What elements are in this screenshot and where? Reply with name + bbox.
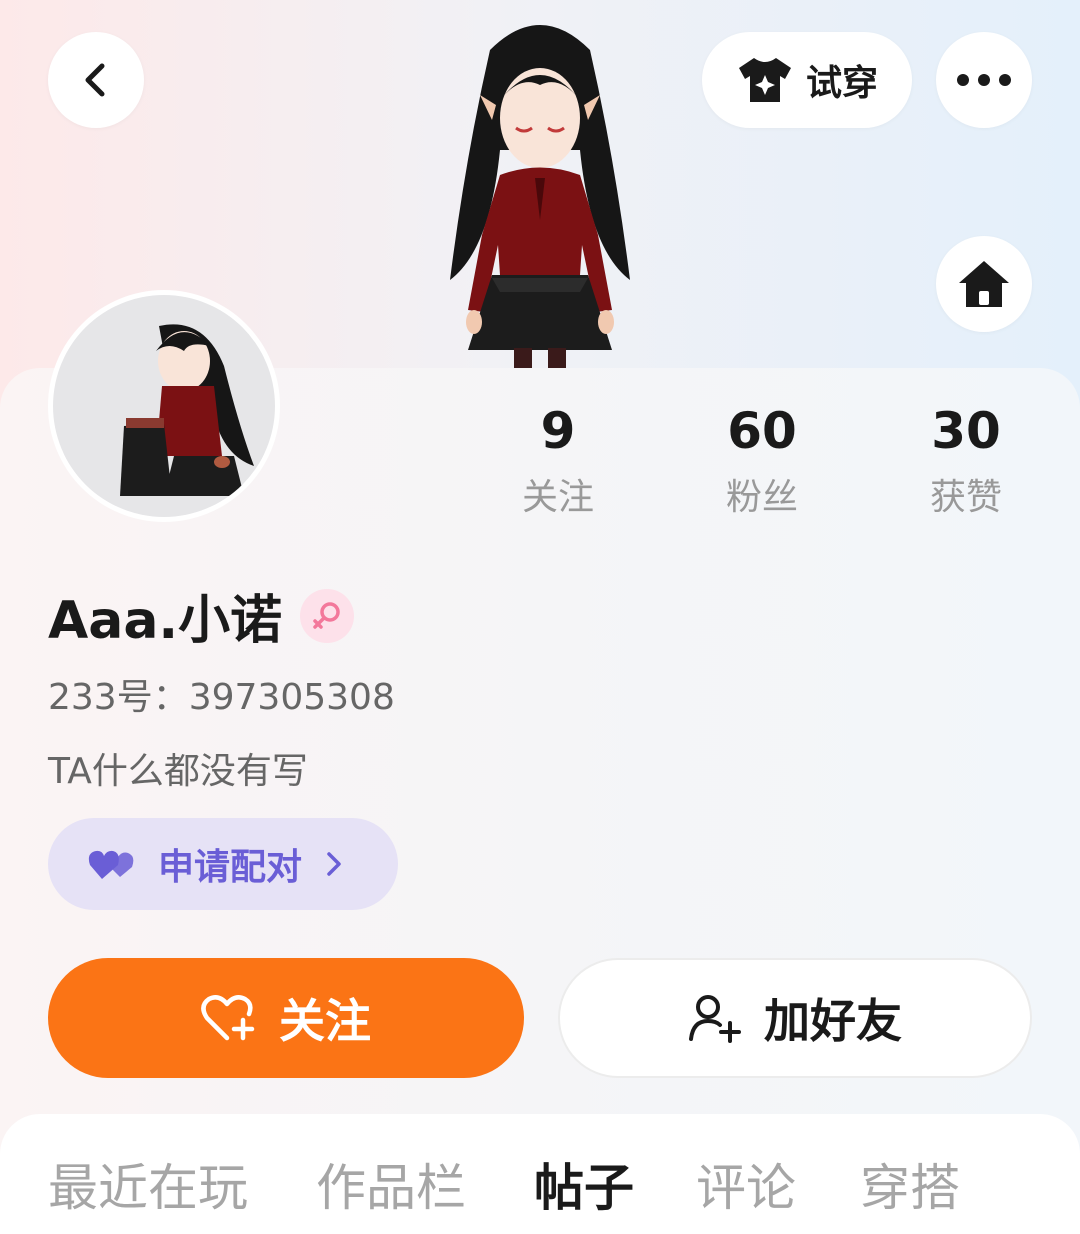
- more-button[interactable]: [936, 32, 1032, 128]
- stat-label: 获赞: [929, 477, 1002, 518]
- add-friend-label: 加好友: [764, 994, 902, 1048]
- stat-following[interactable]: 9 关注: [468, 400, 648, 520]
- follow-button[interactable]: 关注: [48, 958, 524, 1078]
- character-model-image: [450, 25, 630, 370]
- pair-request-label: 申请配对: [158, 847, 303, 888]
- stat-value: 60: [727, 402, 797, 460]
- home-icon: [959, 261, 1009, 307]
- gender-badge: [300, 588, 355, 643]
- stat-value: 9: [540, 402, 576, 460]
- chevron-right-icon: [327, 852, 341, 876]
- tab-outfits[interactable]: 穿搭: [860, 1148, 960, 1220]
- avatar[interactable]: [48, 290, 280, 522]
- heart-plus-icon: [201, 995, 255, 1041]
- try-on-button[interactable]: 试穿: [702, 32, 912, 128]
- hearts-icon: [88, 850, 134, 879]
- more-dots-icon: [957, 74, 1011, 86]
- female-icon: [313, 601, 340, 629]
- add-friend-button[interactable]: 加好友: [558, 958, 1032, 1078]
- stat-value: 30: [931, 402, 1001, 460]
- home-button[interactable]: [936, 236, 1032, 332]
- follow-label: 关注: [279, 994, 371, 1048]
- user-name: Aaa.小诺: [48, 591, 283, 651]
- stat-label: 粉丝: [725, 477, 798, 518]
- tab-posts[interactable]: 帖子: [534, 1148, 634, 1220]
- tab-recently-played[interactable]: 最近在玩: [48, 1148, 248, 1220]
- tab-comments[interactable]: 评论: [696, 1148, 796, 1220]
- stat-likes[interactable]: 30 获赞: [876, 400, 1056, 520]
- stat-fans[interactable]: 60 粉丝: [672, 400, 852, 520]
- shirt-icon: [738, 58, 791, 102]
- name-row: Aaa.小诺: [48, 578, 355, 653]
- try-on-label: 试穿: [805, 63, 878, 104]
- avatar-image: [64, 306, 264, 506]
- back-button[interactable]: [48, 32, 144, 128]
- user-id: 233号：397305308: [48, 677, 395, 718]
- user-bio: TA什么都没有写: [48, 751, 308, 792]
- pair-request-button[interactable]: 申请配对: [48, 818, 398, 910]
- tab-works[interactable]: 作品栏: [316, 1148, 466, 1220]
- chevron-left-icon: [85, 63, 105, 97]
- add-user-icon: [689, 995, 741, 1043]
- stat-label: 关注: [521, 477, 594, 518]
